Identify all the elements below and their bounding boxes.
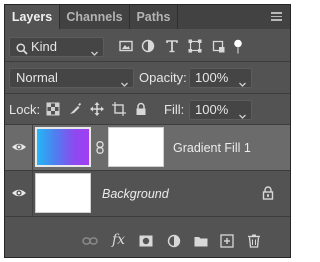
opacity-label: Opacity: xyxy=(139,70,187,85)
filter-row: Kind xyxy=(5,36,290,58)
panel-tab-bar: Layers Channels Paths xyxy=(5,5,290,29)
lock-transparent-icon[interactable] xyxy=(46,102,60,116)
chevron-down-icon xyxy=(239,75,246,87)
row-divider xyxy=(5,93,290,94)
new-group-icon[interactable] xyxy=(194,234,208,248)
filter-type-dropdown[interactable]: Kind xyxy=(9,37,104,57)
mask-link-icon[interactable] xyxy=(95,141,105,154)
type-filter-icon[interactable] xyxy=(165,39,179,53)
panel-menu-icon[interactable] xyxy=(271,12,282,21)
layer-row-gradient-fill[interactable]: Gradient Fill 1 xyxy=(5,125,290,170)
tab-layers[interactable]: Layers xyxy=(5,5,59,29)
fx-icon[interactable]: fx xyxy=(112,232,125,248)
adjustment-layer-icon[interactable] xyxy=(167,234,181,248)
layer-row-background[interactable]: Background xyxy=(5,171,290,216)
row-divider xyxy=(5,61,290,62)
adjustment-filter-icon[interactable] xyxy=(141,39,155,53)
layer-divider xyxy=(5,216,290,217)
visibility-eye-icon[interactable] xyxy=(11,139,27,155)
opacity-value: 100% xyxy=(195,70,229,85)
fill-field[interactable]: 100% xyxy=(189,100,252,120)
opacity-field[interactable]: 100% xyxy=(189,68,252,88)
smart-object-filter-icon[interactable] xyxy=(211,39,225,53)
blend-mode-value: Normal xyxy=(16,70,58,85)
image-filter-icon[interactable] xyxy=(119,39,133,53)
lock-row: Lock: Fill: 100% xyxy=(5,99,290,121)
tab-paths[interactable]: Paths xyxy=(130,5,177,29)
lock-label: Lock: xyxy=(9,102,41,117)
blend-row: Normal Opacity: 100% xyxy=(5,67,290,89)
layer-name[interactable]: Gradient Fill 1 xyxy=(173,140,251,156)
tab-channels[interactable]: Channels xyxy=(60,5,129,29)
layer-column-divider xyxy=(32,171,33,216)
search-icon xyxy=(16,42,28,55)
lock-all-icon[interactable] xyxy=(134,102,148,116)
fill-label: Fill: xyxy=(164,102,185,117)
visibility-eye-icon[interactable] xyxy=(11,185,27,201)
layer-mask-thumbnail[interactable] xyxy=(108,127,164,167)
shape-filter-icon[interactable] xyxy=(188,39,202,53)
chevron-down-icon xyxy=(91,44,98,56)
lock-artboard-icon[interactable] xyxy=(112,102,126,116)
delete-icon[interactable] xyxy=(247,234,261,248)
layer-lock-icon xyxy=(262,186,274,200)
filter-type-value: Kind xyxy=(31,39,58,54)
panel-footer: fx xyxy=(5,225,290,257)
chevron-down-icon xyxy=(121,75,128,87)
gradient-thumbnail[interactable] xyxy=(35,127,91,167)
background-thumbnail[interactable] xyxy=(35,173,91,213)
filter-toggle-icon[interactable] xyxy=(233,39,243,54)
layer-column-divider xyxy=(32,125,33,170)
tab-divider xyxy=(177,5,178,29)
layer-name[interactable]: Background xyxy=(102,186,169,202)
link-layers-icon[interactable] xyxy=(82,234,98,248)
lock-image-icon[interactable] xyxy=(68,102,82,116)
lock-position-icon[interactable] xyxy=(90,102,104,116)
fill-value: 100% xyxy=(195,102,229,117)
add-mask-icon[interactable] xyxy=(139,234,153,248)
layers-panel: Layers Channels Paths Kind Normal Opacit… xyxy=(4,4,291,258)
chevron-down-icon xyxy=(239,107,246,119)
new-layer-icon[interactable] xyxy=(220,234,234,248)
blend-mode-dropdown[interactable]: Normal xyxy=(9,68,134,88)
